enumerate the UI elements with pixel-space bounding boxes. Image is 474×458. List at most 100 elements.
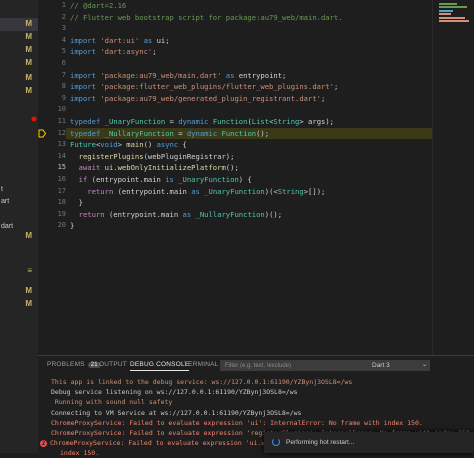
line-number: 2 <box>61 12 66 21</box>
code-token: List <box>251 117 270 126</box>
console-line[interactable]: ChromeProxyService: Failed to evaluate e… <box>51 418 423 428</box>
sidebar-item[interactable]: M <box>0 44 38 57</box>
console-line[interactable]: Connecting to VM Service at ws://127.0.0… <box>51 408 301 418</box>
sidebar-item[interactable]: ≡ <box>0 265 38 278</box>
debug-current-line-icon[interactable] <box>38 129 46 138</box>
code-token: entrypoint; <box>238 70 287 80</box>
console-line[interactable]: Running with sound null safety <box>51 397 172 407</box>
code-token: as <box>139 35 157 45</box>
code-token: String <box>277 186 304 196</box>
console-line-text: Connecting to VM Service at ws://127.0.0… <box>51 408 302 417</box>
line-number: 11 <box>57 117 66 125</box>
line-number: 17 <box>57 186 66 195</box>
tab-debug-console[interactable]: DEBUG CONSOLE <box>130 361 190 371</box>
git-status-badge: ≡ <box>27 266 32 275</box>
code-line: registerPlugins(webPluginRegistrar); <box>70 151 235 163</box>
sidebar-item-label: t <box>1 186 3 193</box>
code-line: await ui.webOnlyInitializePlatform(); <box>70 162 239 174</box>
code-token: ; <box>321 93 326 103</box>
code-token: )(< <box>264 186 278 196</box>
sidebar-item[interactable]: M <box>0 298 38 311</box>
line-number: 9 <box>61 93 66 102</box>
sidebar-item[interactable]: M <box>0 18 38 31</box>
line-number: 10 <box>57 105 66 114</box>
git-status-badge: M <box>25 73 32 82</box>
code-token: (); <box>225 163 239 173</box>
line-number: 12 <box>57 128 66 137</box>
code-token: Future <box>70 140 96 150</box>
code-token: } <box>70 221 75 231</box>
code-line: // @dart=2.16 <box>70 0 126 12</box>
sidebar-item[interactable]: M <box>0 230 38 243</box>
code-token: ; <box>152 47 157 57</box>
notification-toast: Performing hot restart... <box>264 432 474 453</box>
line-number: 5 <box>61 47 66 56</box>
console-line[interactable]: Debug service listening on ws://127.0.0.… <box>51 387 298 397</box>
code-token: ui. <box>104 163 118 173</box>
code-token: 'package:flutter_web_plugins/flutter_web… <box>100 82 334 92</box>
explorer-sidebar: M M M M M Mt art dart M ≡ M M <box>0 0 38 453</box>
code-line: typedef _UnaryFunction = dynamic Functio… <box>70 116 334 128</box>
code-token: ) { <box>238 175 252 184</box>
code-line: import 'package:au79_web/generated_plugi… <box>70 93 325 105</box>
code-token: import <box>70 82 101 92</box>
console-line[interactable]: index 150. <box>60 448 99 458</box>
sidebar-item-label: dart <box>1 223 14 230</box>
toast-message: Performing hot restart... <box>286 439 355 446</box>
code-line: } <box>70 197 83 209</box>
line-number: 20 <box>57 221 66 230</box>
code-token: > <box>117 140 127 150</box>
tab-label: PROBLEMS <box>47 361 85 368</box>
code-token: ui; <box>156 35 170 45</box>
code-token: = <box>173 128 187 138</box>
sidebar-item[interactable]: M <box>0 85 38 98</box>
console-line[interactable]: This app is linked to the debug service:… <box>51 377 352 387</box>
git-status-badge: M <box>25 299 32 308</box>
code-token: is <box>165 175 179 184</box>
code-line: import 'dart:ui' as ui; <box>70 35 170 47</box>
code-line: } <box>70 220 74 232</box>
code-token: _UnaryFunction <box>178 175 239 184</box>
code-line: import 'package:flutter_web_plugins/flut… <box>70 81 338 93</box>
line-number: 15 <box>57 163 66 172</box>
minimap[interactable] <box>432 0 474 355</box>
sidebar-item[interactable]: M <box>0 31 38 44</box>
code-token: await <box>78 163 105 173</box>
chevron-down-icon: ⌄ <box>421 362 427 368</box>
panel-tabs: PROBLEMS 21 OUTPUT DEBUG CONSOLE TERMINAL… <box>38 356 474 374</box>
git-status-badge: M <box>25 19 32 28</box>
code-token: _NullaryFunction <box>104 128 174 138</box>
sidebar-item[interactable]: M <box>0 72 38 85</box>
sidebar-item[interactable]: M <box>0 57 38 70</box>
code-line: import 'dart:async'; <box>70 46 157 58</box>
tab-terminal[interactable]: TERMINAL <box>184 361 218 368</box>
code-line: return (entrypoint.main as _NullaryFunct… <box>70 209 282 221</box>
code-token: import <box>70 47 101 57</box>
git-status-badge: M <box>25 231 32 240</box>
line-number: 4 <box>61 35 66 44</box>
console-line[interactable]: 2 ChromeProxyService: Failed to evaluate … <box>40 438 265 448</box>
code-token: // Flutter web bootstrap script for pack… <box>70 12 343 22</box>
line-number: 3 <box>61 24 66 33</box>
code-token: import <box>70 35 101 45</box>
sidebar-item[interactable]: M <box>0 285 38 298</box>
debug-session-select[interactable]: Dart 3 ⌄ <box>368 360 430 371</box>
code-editor[interactable]: // @dart=2.16 // Flutter web bootstrap sc… <box>66 0 432 355</box>
line-number: 7 <box>61 70 66 79</box>
tab-output[interactable]: OUTPUT <box>99 361 127 368</box>
code-token: _NullaryFunction <box>195 209 265 219</box>
code-token: (); <box>256 128 270 138</box>
code-token: Function <box>212 117 248 126</box>
code-token: } <box>70 198 83 208</box>
code-token: { <box>178 140 187 150</box>
console-line-text: index 150. <box>60 449 100 458</box>
git-status-badge: M <box>25 32 32 41</box>
git-status-badge: M <box>25 58 32 67</box>
sidebar-item[interactable]: art <box>0 197 38 210</box>
code-line: import 'package:au79_web/main.dart' as e… <box>70 70 286 82</box>
tab-problems[interactable]: PROBLEMS 21 <box>47 361 101 368</box>
breakpoint-icon[interactable] <box>30 115 38 123</box>
